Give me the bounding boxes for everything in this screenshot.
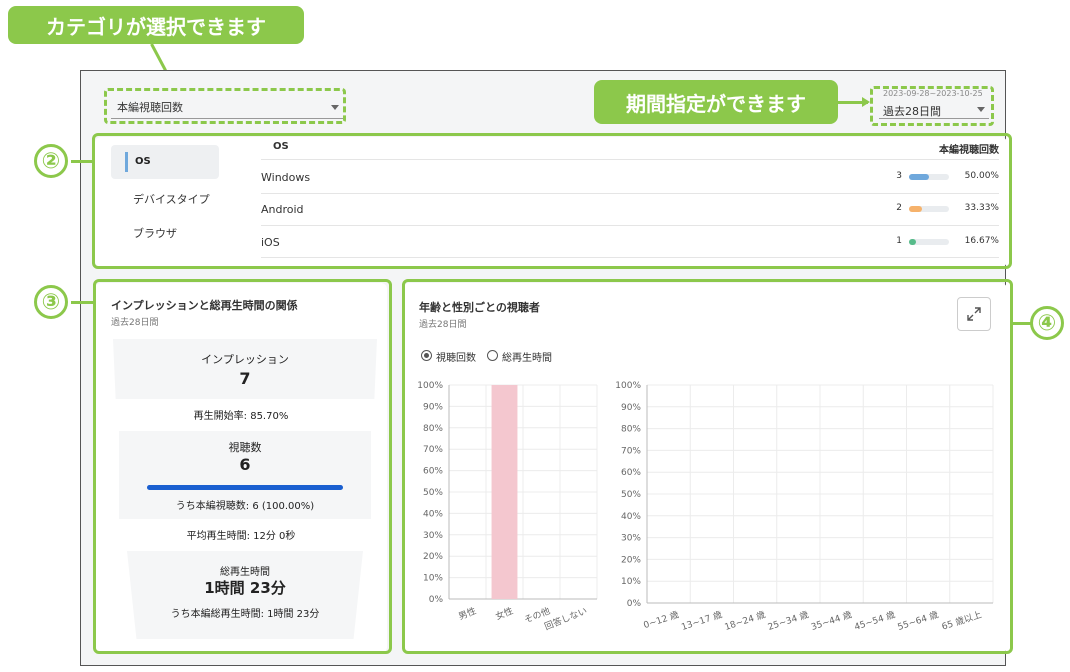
section-2-marker: ② (34, 144, 68, 178)
section-3-marker: ③ (34, 285, 68, 319)
section-3-highlight (93, 279, 392, 654)
section-4-marker: ④ (1030, 306, 1064, 340)
category-highlight (104, 88, 346, 124)
category-callout: カテゴリが選択できます (8, 6, 304, 44)
period-callout: 期間指定ができます (594, 80, 838, 124)
section-2-highlight (92, 133, 1012, 269)
period-highlight (870, 86, 994, 126)
section-3-pointer (71, 301, 94, 304)
section-2-pointer (71, 160, 93, 163)
section-4-highlight (402, 279, 1013, 654)
section-4-pointer (1012, 322, 1032, 325)
category-callout-pointer (150, 43, 167, 72)
period-arrowhead (862, 97, 870, 107)
